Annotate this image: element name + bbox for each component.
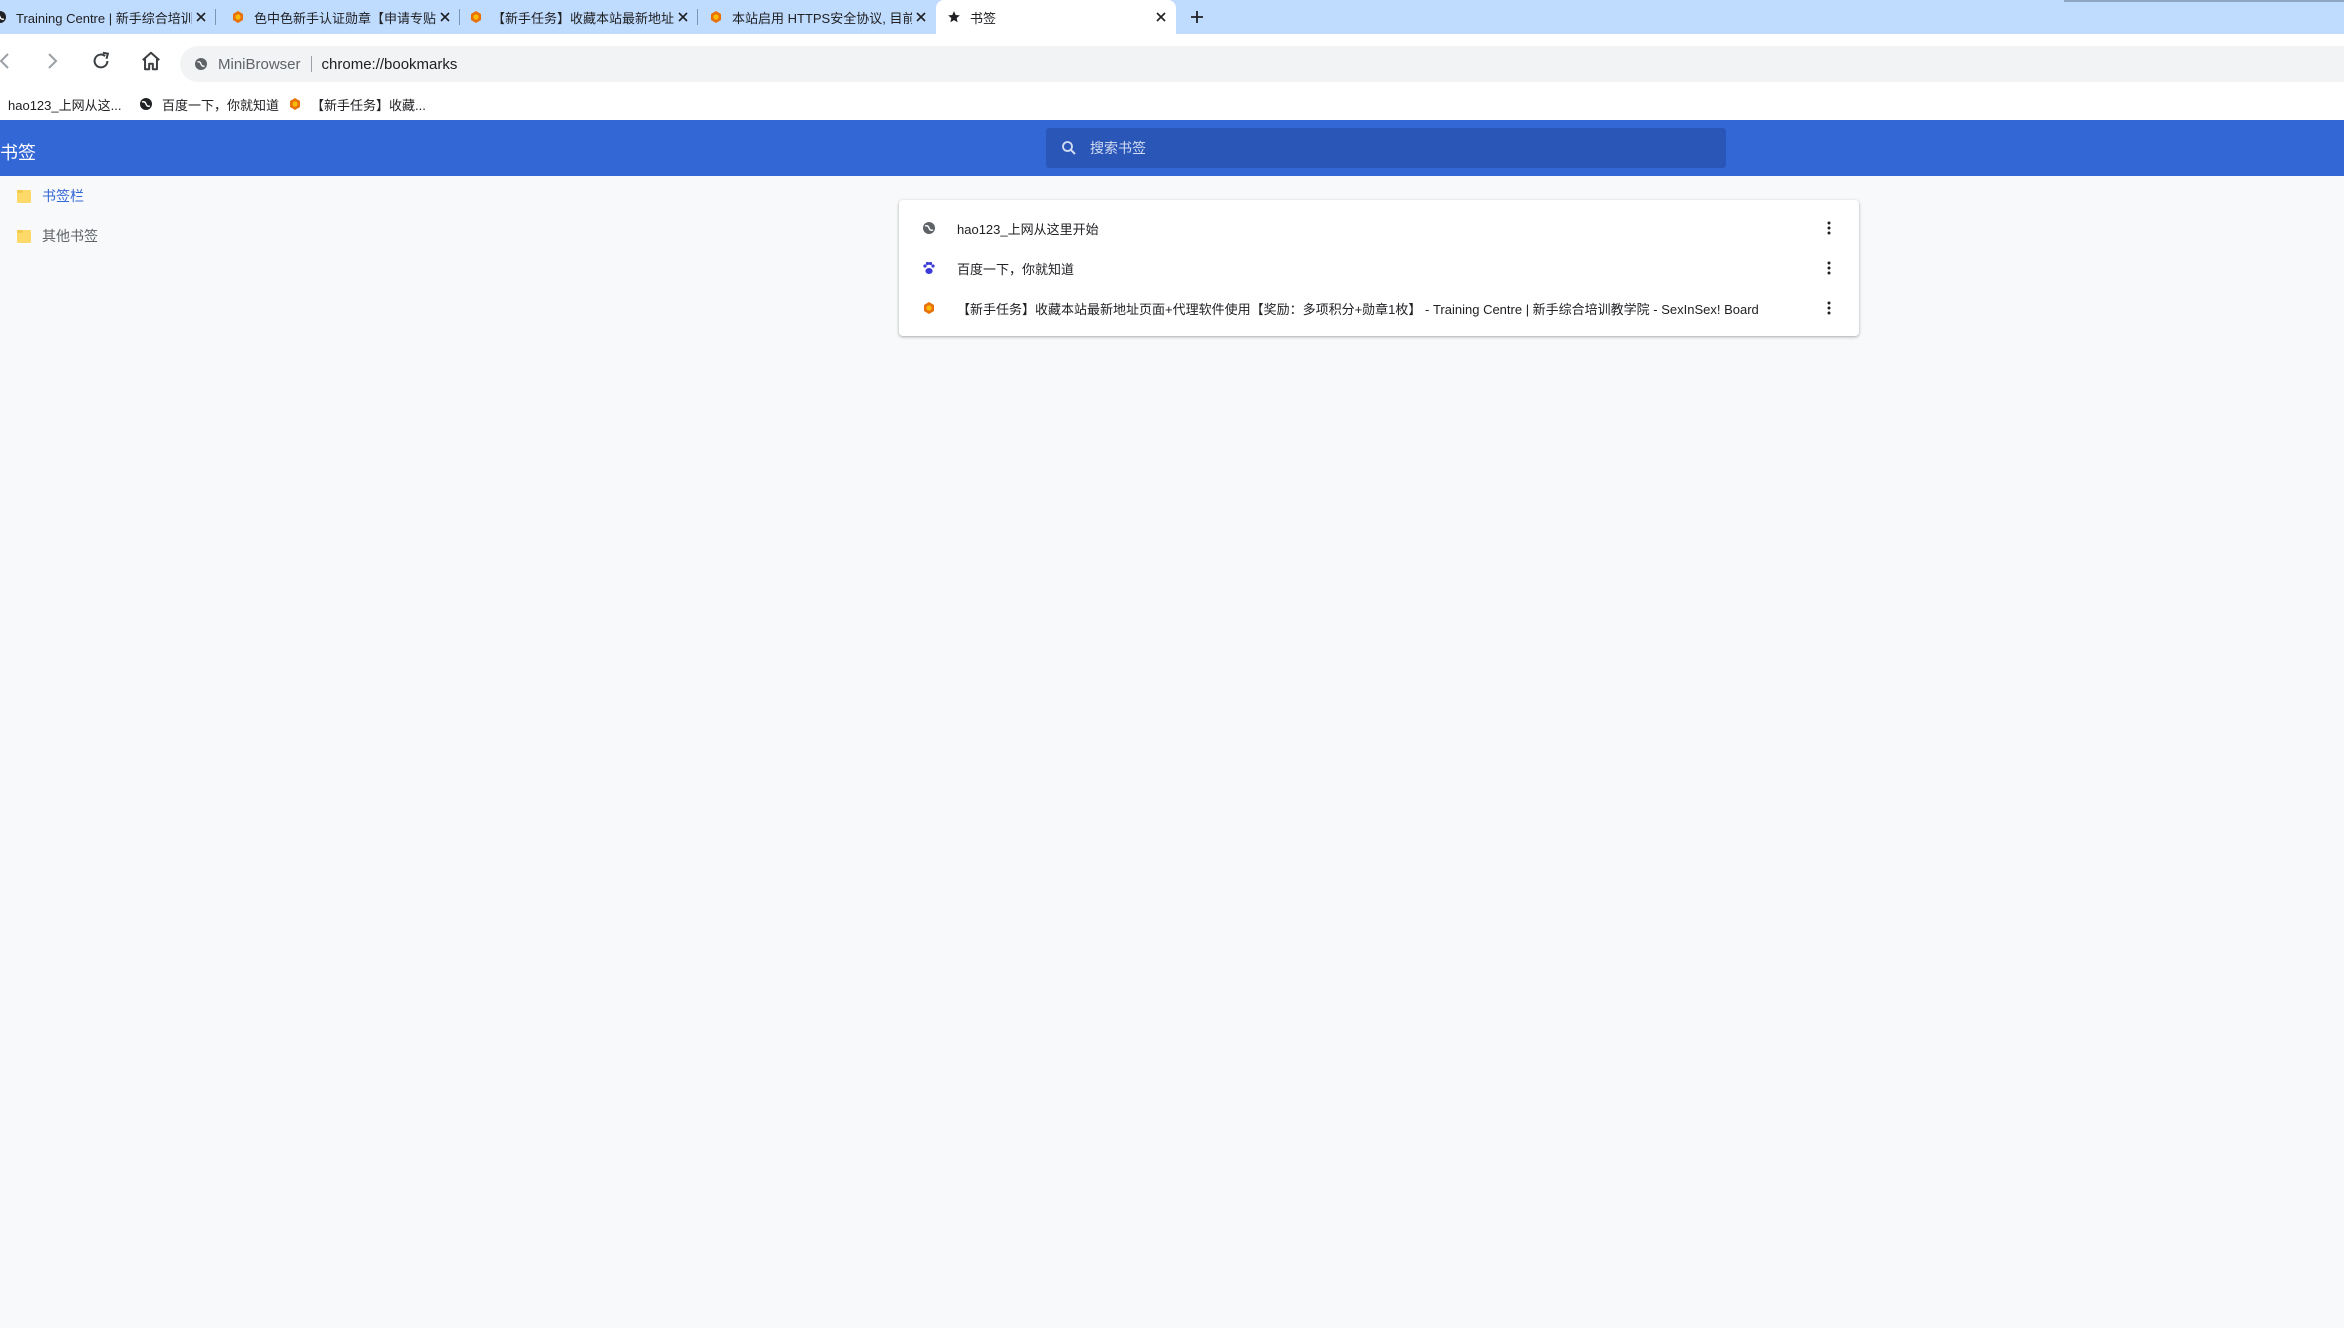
- more-actions-button[interactable]: [1813, 212, 1845, 244]
- forward-arrow-icon: [48, 53, 58, 69]
- bookmark-bar-item-baidu[interactable]: 百度一下，你就知道: [138, 88, 279, 120]
- more-vert-icon: [1827, 221, 1831, 235]
- tab-bookmarks[interactable]: 书签: [936, 0, 1176, 34]
- folder-sidebar: 书签栏 其他书签: [0, 176, 300, 256]
- more-actions-button[interactable]: [1813, 292, 1845, 324]
- search-icon: [1062, 141, 1076, 155]
- reload-icon: [93, 51, 110, 69]
- globe-icon: [0, 9, 8, 25]
- bookmark-row[interactable]: 【新手任务】收藏本站最新地址页面+代理软件使用【奖励：多项积分+勋章1枚】 - …: [899, 288, 1859, 328]
- more-actions-button[interactable]: [1813, 252, 1845, 284]
- bookmark-list: hao123_上网从这里开始 百度一下，你就知道 【新手任务】收藏本站最新地址页…: [899, 200, 1859, 336]
- more-vert-icon: [1827, 261, 1831, 275]
- folder-icon: [17, 190, 31, 203]
- site-name: MiniBrowser: [218, 55, 301, 73]
- bookmark-title: hao123_上网从这里开始: [957, 221, 1099, 237]
- bookmark-row[interactable]: hao123_上网从这里开始: [899, 208, 1859, 248]
- tab-title: 本站启用 HTTPS安全协议, 目前支: [732, 10, 912, 26]
- tab-medal-application[interactable]: 色中色新手认证勋章【申请专贴】: [224, 0, 460, 34]
- forum-badge-icon: [708, 9, 724, 25]
- forum-badge-icon: [468, 9, 484, 25]
- plus-icon: [1191, 11, 1203, 23]
- address-divider: [310, 56, 312, 72]
- sidebar-item-other-bookmarks[interactable]: 其他书签: [0, 216, 300, 256]
- star-icon: [946, 9, 962, 25]
- close-icon[interactable]: [912, 8, 930, 26]
- bookmark-bar-label: 百度一下，你就知道: [162, 97, 280, 113]
- folder-label: 书签栏: [42, 188, 84, 204]
- window-edge-shadow: [2064, 0, 2344, 2]
- close-icon[interactable]: [1152, 8, 1170, 26]
- back-arrow-icon: [0, 53, 9, 69]
- site-info-icon[interactable]: [194, 57, 208, 71]
- close-icon[interactable]: [192, 8, 210, 26]
- page-title: 书签: [0, 143, 36, 163]
- address-bar[interactable]: MiniBrowser chrome://bookmarks: [180, 46, 2344, 82]
- folder-label: 其他书签: [42, 228, 98, 244]
- bookmark-bar-label: 【新手任务】收藏...: [311, 97, 426, 113]
- tab-title: 色中色新手认证勋章【申请专贴】: [254, 10, 436, 26]
- bookmark-bar-item-hao123[interactable]: hao123_上网从这...: [8, 88, 121, 120]
- globe-icon: [138, 96, 154, 112]
- tab-title: 书签: [970, 10, 997, 26]
- search-bookmarks-box[interactable]: [1046, 128, 1726, 168]
- baidu-paw-icon: [921, 260, 937, 276]
- tab-title: 【新手任务】收藏本站最新地址页: [492, 10, 674, 26]
- home-button[interactable]: [134, 44, 168, 78]
- back-button[interactable]: [0, 44, 22, 78]
- home-icon: [142, 51, 160, 71]
- toolbar: MiniBrowser chrome://bookmarks: [0, 34, 2344, 88]
- tab-https-notice[interactable]: 本站启用 HTTPS安全协议, 目前支: [698, 0, 936, 34]
- bookmark-title: 百度一下，你就知道: [957, 261, 1075, 277]
- forum-badge-icon: [287, 96, 303, 112]
- tab-separator: [215, 9, 216, 25]
- sidebar-item-bookmarks-bar[interactable]: 书签栏: [0, 176, 300, 216]
- close-icon[interactable]: [436, 8, 454, 26]
- bookmark-bar-item-newbie-task[interactable]: 【新手任务】收藏...: [287, 88, 426, 120]
- folder-icon: [17, 230, 31, 243]
- more-vert-icon: [1827, 301, 1831, 315]
- bookmark-row[interactable]: 百度一下，你就知道: [899, 248, 1859, 288]
- forum-badge-icon: [921, 300, 937, 316]
- reload-button[interactable]: [84, 44, 118, 78]
- url-text[interactable]: chrome://bookmarks: [322, 56, 458, 73]
- forward-button[interactable]: [35, 44, 69, 78]
- bookmark-bar-label: hao123_上网从这...: [8, 97, 122, 113]
- tab-training-centre[interactable]: Training Centre | 新手综合培训教: [0, 0, 216, 34]
- bookmarks-bar: hao123_上网从这... 百度一下，你就知道 【新手任务】收藏...: [0, 88, 2344, 120]
- globe-icon: [921, 220, 937, 236]
- bookmark-title: 【新手任务】收藏本站最新地址页面+代理软件使用【奖励：多项积分+勋章1枚】 - …: [957, 301, 1759, 317]
- bookmarks-header: 书签: [0, 120, 2344, 176]
- tab-newbie-task[interactable]: 【新手任务】收藏本站最新地址页: [460, 0, 698, 34]
- tab-strip: Training Centre | 新手综合培训教 色中色新手认证勋章【申请专贴…: [0, 0, 2344, 34]
- close-icon[interactable]: [674, 8, 692, 26]
- new-tab-button[interactable]: [1186, 6, 1208, 28]
- forum-badge-icon: [230, 9, 246, 25]
- tab-title: Training Centre | 新手综合培训教: [16, 10, 192, 26]
- search-input[interactable]: [1088, 139, 1726, 157]
